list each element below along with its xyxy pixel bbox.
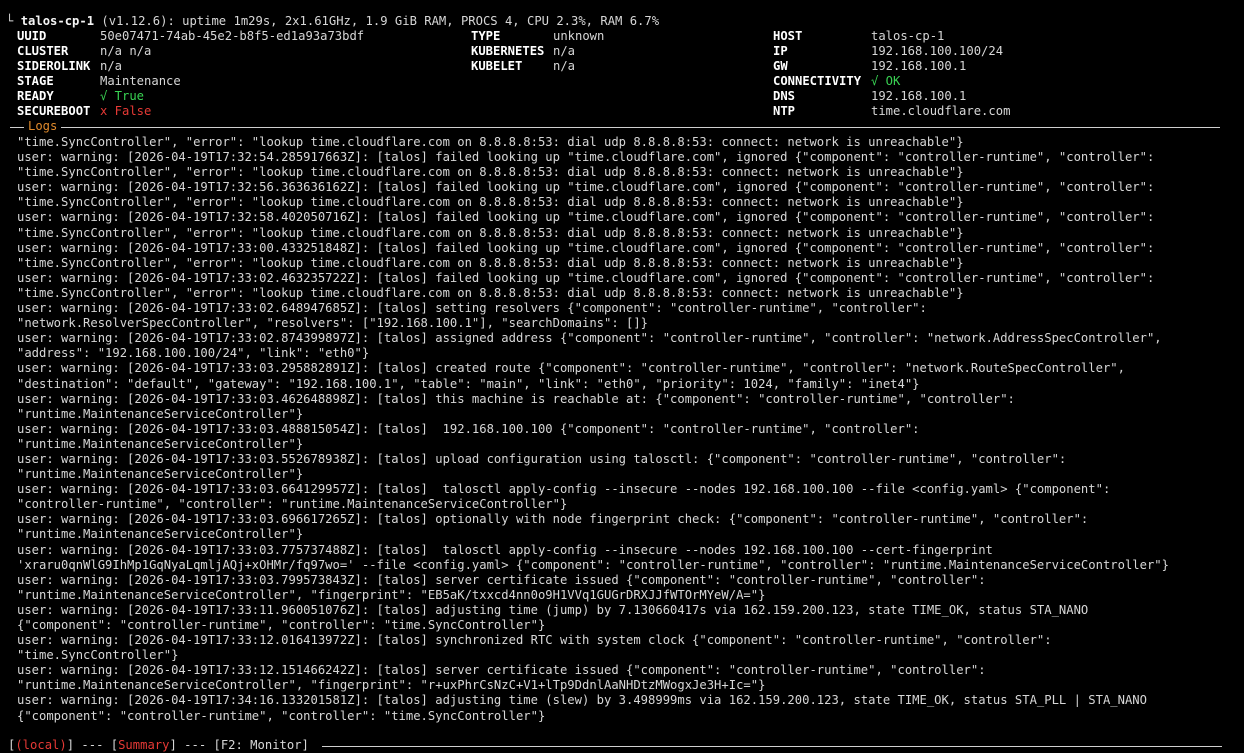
footer-divider — [322, 746, 1222, 747]
dns-label: DNS — [773, 89, 796, 103]
dns-row: DNS — [773, 89, 795, 104]
log-line: user: warning: [2026-04-19T17:32:58.4020… — [17, 210, 1155, 225]
siderolink-row: SIDEROLINK — [17, 59, 90, 74]
log-line: user: warning: [2026-04-19T17:33:03.7757… — [17, 542, 993, 557]
log-line: user: warning: [2026-04-19T17:33:03.2958… — [17, 361, 1125, 376]
log-line: user: warning: [2026-04-19T17:32:56.3636… — [17, 180, 1155, 195]
log-line: user: warning: [2026-04-19T17:34:16.1332… — [17, 693, 1147, 708]
uuid-value: 50e07471-74ab-45e2-b8f5-ed1a93a73bdf — [100, 29, 365, 43]
log-line: "time.SyncController", "error": "lookup … — [17, 135, 964, 149]
uuid-row: UUID — [17, 29, 46, 44]
kubernetes-value: n/a — [553, 44, 576, 58]
ip-row: IP — [773, 44, 788, 59]
logs-divider — [10, 127, 1220, 128]
log-line: user: warning: [2026-04-19T17:33:03.5526… — [17, 451, 1067, 466]
kubernetes-label: KUBERNETES — [471, 44, 545, 58]
log-line: "runtime.MaintenanceServiceController", … — [17, 678, 766, 693]
logs-title: Logs — [24, 119, 62, 134]
uuid-label: UUID — [17, 29, 47, 43]
tree-corner: └ — [6, 14, 14, 28]
type-label: TYPE — [471, 29, 501, 43]
stage-label: STAGE — [17, 74, 54, 88]
log-line: user: warning: [2026-04-19T17:33:12.0164… — [17, 633, 1052, 648]
ready-label: READY — [17, 89, 54, 103]
log-line: {"component": "controller-runtime", "con… — [17, 708, 546, 723]
tab-summary[interactable]: Summary — [118, 738, 169, 752]
ready-value: √ True — [100, 89, 145, 103]
kubelet-value: n/a — [553, 59, 576, 73]
log-line: user: warning: [2026-04-19T17:32:54.2859… — [17, 150, 1155, 165]
log-line: user: warning: [2026-04-19T17:33:12.1514… — [17, 663, 986, 678]
log-line: 'xraru0qnWlG9IhMp1GqNyaLqmljAQj+xOHMr/fq… — [17, 557, 1169, 572]
log-line: "destination": "default", "gateway": "19… — [17, 376, 920, 391]
log-line: "time.SyncController", "error": "lookup … — [17, 255, 964, 270]
log-line: "time.SyncController"} — [17, 648, 179, 663]
ip-label: IP — [773, 44, 788, 58]
log-line: user: warning: [2026-04-19T17:33:02.8743… — [17, 331, 1162, 346]
log-line: user: warning: [2026-04-19T17:33:03.6641… — [17, 482, 1111, 497]
log-line: "runtime.MaintenanceServiceController"} — [17, 406, 304, 421]
connectivity-row: CONNECTIVITY — [773, 74, 861, 89]
log-line: user: warning: [2026-04-19T17:33:02.4632… — [17, 270, 1155, 285]
secureboot-label: SECUREBOOT — [17, 104, 91, 118]
log-line: "runtime.MaintenanceServiceController"} — [17, 467, 304, 482]
footer-tabs: [(local)] --- [Summary] --- [F2: Monitor… — [8, 738, 309, 753]
log-line: "time.SyncController", "error": "lookup … — [17, 285, 964, 300]
log-line: "runtime.MaintenanceServiceController", … — [17, 587, 766, 602]
log-line: user: warning: [2026-04-19T17:33:03.4626… — [17, 391, 1015, 406]
stage-value: Maintenance — [100, 74, 181, 88]
connectivity-value: √ OK — [871, 74, 901, 88]
log-line: "network.ResolverSpecController", "resol… — [17, 316, 649, 331]
kubelet-label: KUBELET — [471, 59, 523, 73]
log-line: user: warning: [2026-04-19T17:33:11.9600… — [17, 602, 1089, 617]
log-line: "time.SyncController", "error": "lookup … — [17, 225, 964, 240]
tab-separator: ] --- [ — [66, 738, 119, 752]
cluster-value: n/a n/a — [100, 44, 152, 58]
siderolink-label: SIDEROLINK — [17, 59, 91, 73]
gw-row: GW — [773, 59, 788, 74]
log-line: "time.SyncController", "error": "lookup … — [17, 195, 964, 210]
ntp-label: NTP — [773, 104, 796, 118]
dns-value: 192.168.100.1 — [871, 89, 967, 103]
log-line: user: warning: [2026-04-19T17:33:03.7995… — [17, 572, 986, 587]
host-value: talos-cp-1 — [871, 29, 945, 43]
ntp-row: NTP — [773, 104, 795, 119]
kubernetes-row: KUBERNETES — [471, 44, 544, 59]
host-label: HOST — [773, 29, 803, 43]
stage-row: STAGE — [17, 74, 54, 89]
secureboot-value: x False — [100, 104, 152, 118]
connectivity-label: CONNECTIVITY — [773, 74, 862, 88]
cluster-label: CLUSTER — [17, 44, 69, 58]
log-line: "runtime.MaintenanceServiceController"} — [17, 436, 304, 451]
log-viewer[interactable]: "time.SyncController", "error": "lookup … — [17, 135, 1232, 724]
log-line: "controller-runtime", "controller": "run… — [17, 497, 568, 512]
log-line: user: warning: [2026-04-19T17:33:03.6966… — [17, 512, 1089, 527]
node-summary: (v1.12.6): uptime 1m29s, 2x1.61GHz, 1.9 … — [101, 14, 660, 28]
ip-value: 192.168.100.100/24 — [871, 44, 1004, 58]
log-line: user: warning: [2026-04-19T17:33:03.4888… — [17, 421, 920, 436]
tab-monitor[interactable]: ] --- [F2: Monitor] — [169, 738, 308, 752]
host-row: HOST — [773, 29, 802, 44]
gw-value: 192.168.100.1 — [871, 59, 967, 73]
log-line: user: warning: [2026-04-19T17:33:02.6489… — [17, 301, 927, 316]
cluster-row: CLUSTER — [17, 44, 68, 59]
log-line: {"component": "controller-runtime", "con… — [17, 618, 546, 632]
log-line: user: warning: [2026-04-19T17:33:00.4332… — [17, 240, 1155, 255]
ntp-value: time.cloudflare.com — [871, 104, 1011, 118]
log-line: "address": "192.168.100.100/24", "link":… — [17, 346, 370, 361]
type-value: unknown — [553, 29, 605, 43]
type-row: TYPE — [471, 29, 500, 44]
ready-row: READY — [17, 89, 54, 104]
log-line: "time.SyncController", "error": "lookup … — [17, 165, 964, 180]
status-header: └ talos-cp-1 (v1.12.6): uptime 1m29s, 2x… — [6, 0, 659, 28]
gw-label: GW — [773, 59, 788, 73]
siderolink-value: n/a — [100, 59, 123, 73]
kubelet-row: KUBELET — [471, 59, 522, 74]
log-line: "runtime.MaintenanceServiceController"} — [17, 527, 304, 542]
node-name: talos-cp-1 — [20, 14, 95, 28]
secureboot-row: SECUREBOOT — [17, 104, 90, 119]
tab-local[interactable]: (local) — [15, 738, 66, 752]
